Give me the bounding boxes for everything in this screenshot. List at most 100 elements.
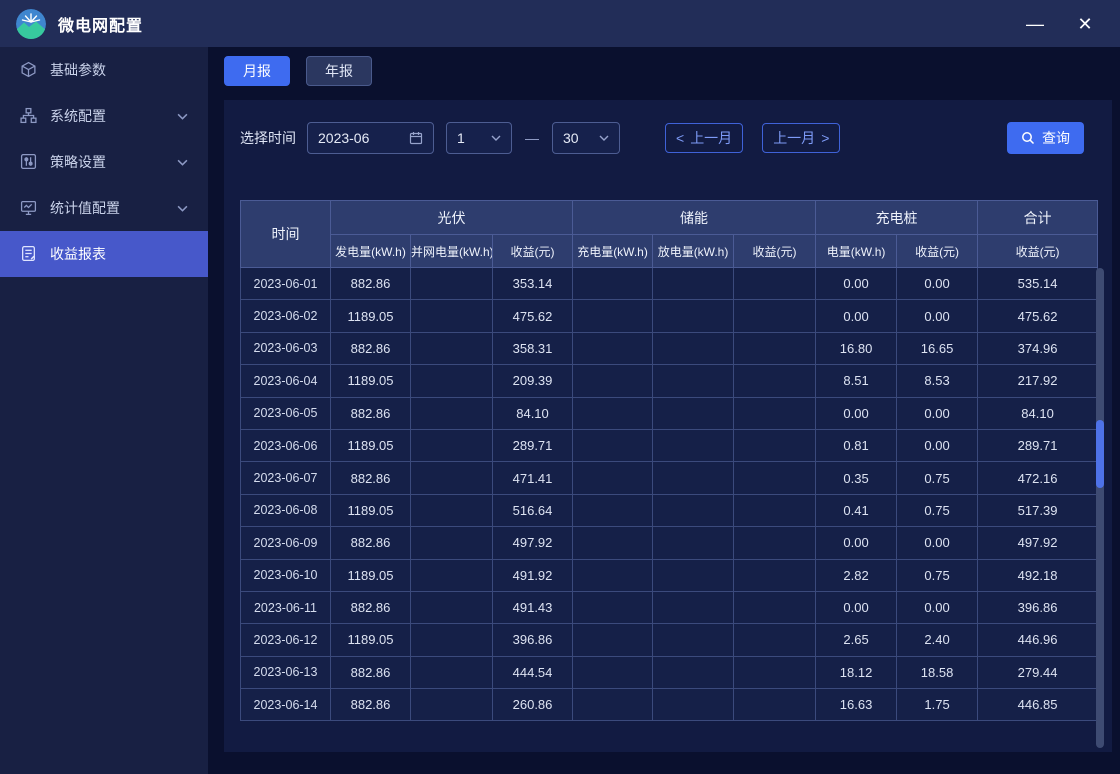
value-cell: 0.75 [897,559,978,591]
date-cell: 2023-06-06 [241,429,331,461]
minimize-button[interactable]: — [1024,15,1046,33]
chevron-down-icon [177,205,188,212]
sidebar-item-system-config[interactable]: 系统配置 [0,93,208,139]
value-cell: 8.51 [816,365,897,397]
close-button[interactable]: ✕ [1074,15,1096,33]
value-cell [411,559,493,591]
arrow-left-icon: < [676,130,684,146]
value-cell: 516.64 [493,494,573,526]
value-cell [573,559,653,591]
value-cell: 446.85 [978,689,1098,721]
value-cell: 2.82 [816,559,897,591]
value-cell: 471.41 [493,462,573,494]
cube-icon [20,61,38,79]
table-scrollbar-thumb[interactable] [1096,420,1104,488]
next-month-button[interactable]: 上一月 > [762,123,840,153]
date-cell: 2023-06-07 [241,462,331,494]
value-cell [411,624,493,656]
sidebar-item-strategy[interactable]: 策略设置 [0,139,208,185]
sub-column-header: 收益(元) [978,235,1098,268]
report-icon [20,245,38,263]
table-row: 2023-06-03882.86358.3116.8016.65374.96 [241,332,1098,364]
value-cell: 882.86 [331,268,411,300]
value-cell [653,397,734,429]
date-cell: 2023-06-11 [241,591,331,623]
table-scrollbar-track[interactable] [1096,268,1104,748]
value-cell [653,300,734,332]
table-row: 2023-06-14882.86260.8616.631.75446.85 [241,689,1098,721]
value-cell [573,624,653,656]
sidebar-item-revenue-report[interactable]: 收益报表 [0,231,208,277]
day-start-select[interactable]: 1 [446,122,512,154]
table-sub-header-row: 发电量(kW.h)并网电量(kW.h)收益(元)充电量(kW.h)放电量(kW.… [241,235,1098,268]
value-cell [411,429,493,461]
date-cell: 2023-06-09 [241,527,331,559]
calendar-icon[interactable] [409,131,423,145]
value-cell: 0.00 [897,591,978,623]
group-header-total: 合计 [978,201,1098,235]
sub-column-header: 电量(kW.h) [816,235,897,268]
chevron-down-icon [491,135,501,141]
next-month-label: 上一月 [773,128,815,148]
value-cell: 882.86 [331,689,411,721]
value-cell: 16.80 [816,332,897,364]
search-icon [1021,131,1035,145]
value-cell: 289.71 [493,429,573,461]
value-cell: 84.10 [493,397,573,429]
value-cell [573,268,653,300]
value-cell [411,300,493,332]
time-select-label: 选择时间 [240,128,307,148]
prev-month-button[interactable]: < 上一月 [665,123,743,153]
value-cell: 0.75 [897,494,978,526]
value-cell: 0.00 [897,397,978,429]
month-picker-input[interactable]: 2023-06 [307,122,434,154]
value-cell [411,689,493,721]
value-cell: 491.43 [493,591,573,623]
value-cell: 353.14 [493,268,573,300]
value-cell: 0.00 [897,429,978,461]
table-row: 2023-06-09882.86497.920.000.00497.92 [241,527,1098,559]
value-cell [653,332,734,364]
value-cell: 2.40 [897,624,978,656]
value-cell [573,365,653,397]
date-cell: 2023-06-03 [241,332,331,364]
day-end-select[interactable]: 30 [552,122,620,154]
value-cell: 475.62 [493,300,573,332]
value-cell: 1189.05 [331,300,411,332]
value-cell [573,300,653,332]
value-cell [573,332,653,364]
value-cell [411,397,493,429]
value-cell [653,624,734,656]
tab-monthly-report[interactable]: 月报 [224,56,290,86]
sub-column-header: 收益(元) [897,235,978,268]
value-cell: 0.75 [897,462,978,494]
date-cell: 2023-06-12 [241,624,331,656]
value-cell [653,689,734,721]
sidebar-item-label: 收益报表 [50,244,106,264]
sitemap-icon [20,107,38,125]
value-cell [734,397,816,429]
month-picker-value: 2023-06 [318,130,409,146]
value-cell [734,462,816,494]
sidebar-item-basic-params[interactable]: 基础参数 [0,47,208,93]
sidebar-item-label: 系统配置 [50,106,106,126]
value-cell: 446.96 [978,624,1098,656]
sidebar-item-label: 统计值配置 [50,198,120,218]
value-cell: 279.44 [978,656,1098,688]
tab-yearly-report[interactable]: 年报 [306,56,372,86]
value-cell: 209.39 [493,365,573,397]
date-cell: 2023-06-05 [241,397,331,429]
value-cell [573,591,653,623]
table-row: 2023-06-13882.86444.5418.1218.58279.44 [241,656,1098,688]
value-cell [734,332,816,364]
sidebar-item-stats-config[interactable]: 统计值配置 [0,185,208,231]
value-cell: 217.92 [978,365,1098,397]
table-row: 2023-06-101189.05491.922.820.75492.18 [241,559,1098,591]
query-button[interactable]: 查询 [1007,122,1084,154]
value-cell: 8.53 [897,365,978,397]
date-cell: 2023-06-01 [241,268,331,300]
value-cell: 1189.05 [331,429,411,461]
value-cell: 16.63 [816,689,897,721]
value-cell [573,462,653,494]
group-header-charger: 充电桩 [816,201,978,235]
